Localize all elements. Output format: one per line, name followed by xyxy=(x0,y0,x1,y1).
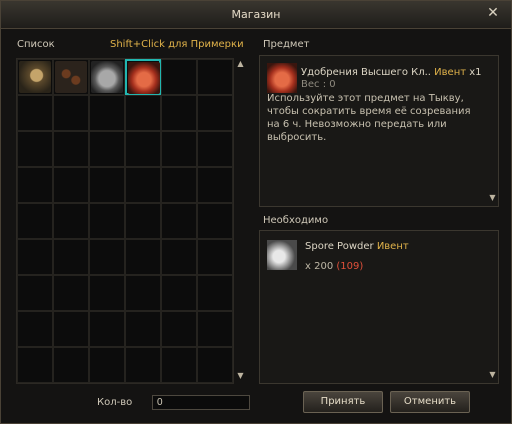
red-bag-icon xyxy=(128,62,160,94)
grid-slot[interactable] xyxy=(197,167,233,203)
grid-slot[interactable] xyxy=(89,311,125,347)
item-name: Удобрения Высшего Кл.. Ивент x1 xyxy=(301,67,482,78)
item-details-panel: Удобрения Высшего Кл.. Ивент x1 Вес : 0 … xyxy=(259,55,499,207)
grid-slot[interactable] xyxy=(161,95,197,131)
grid-slot[interactable] xyxy=(17,239,53,275)
grid-slot[interactable] xyxy=(125,311,161,347)
close-icon[interactable]: ✕ xyxy=(485,5,501,21)
grid-slot[interactable] xyxy=(161,311,197,347)
grid-slot[interactable] xyxy=(89,275,125,311)
grid-slot[interactable] xyxy=(89,95,125,131)
grid-slot[interactable] xyxy=(53,95,89,131)
grid-slot[interactable] xyxy=(197,203,233,239)
grid-slot[interactable] xyxy=(125,203,161,239)
gray-bag-icon xyxy=(91,61,123,93)
required-quantity: x 200 (109) xyxy=(305,261,363,272)
sprayer-icon xyxy=(19,61,51,93)
item-description: Используйте этот предмет на Тыкву, чтобы… xyxy=(267,93,471,143)
item-weight: Вес : 0 xyxy=(301,79,336,90)
grid-slot[interactable] xyxy=(89,203,125,239)
window-title: Магазин xyxy=(231,8,281,21)
grid-slot[interactable] xyxy=(17,311,53,347)
grid-slot[interactable] xyxy=(125,239,161,275)
grid-slot[interactable] xyxy=(17,347,53,383)
title-bar[interactable]: Магазин ✕ xyxy=(1,1,511,29)
grid-slot[interactable] xyxy=(53,167,89,203)
item-label: Предмет xyxy=(263,39,310,50)
grid-slot[interactable] xyxy=(53,275,89,311)
grid-slot[interactable] xyxy=(197,311,233,347)
grid-slot[interactable] xyxy=(53,239,89,275)
grid-slot[interactable] xyxy=(17,95,53,131)
grid-slot[interactable] xyxy=(197,131,233,167)
grid-slot[interactable] xyxy=(125,59,161,95)
grid-slot[interactable] xyxy=(53,203,89,239)
shop-window: Магазин ✕ Список Shift+Click для Примерк… xyxy=(0,0,512,424)
quantity-input[interactable] xyxy=(152,395,250,410)
grid-slot[interactable] xyxy=(125,347,161,383)
grid-slot[interactable] xyxy=(89,167,125,203)
required-qty: x 200 xyxy=(305,261,334,272)
required-panel: Spore Powder Ивент x 200 (109) ▼ xyxy=(259,230,499,384)
grid-slot[interactable] xyxy=(161,275,197,311)
grid-slot[interactable] xyxy=(161,59,197,95)
quantity-label: Кол-во xyxy=(97,397,133,408)
details-scroll-down-icon[interactable]: ▼ xyxy=(488,193,497,202)
grid-slot[interactable] xyxy=(53,347,89,383)
seeds-icon xyxy=(55,61,87,93)
item-event-tag: Ивент xyxy=(434,67,467,78)
try-on-hint: Shift+Click для Примерки xyxy=(110,39,244,50)
item-count: x1 xyxy=(469,67,482,78)
owned-count: (109) xyxy=(336,261,364,272)
cancel-button[interactable]: Отменить xyxy=(390,391,470,413)
grid-slot[interactable] xyxy=(161,167,197,203)
required-item-name: Spore Powder Ивент xyxy=(305,241,409,252)
grid-slot[interactable] xyxy=(197,59,233,95)
grid-slot[interactable] xyxy=(197,275,233,311)
grid-scroll-up-icon[interactable]: ▲ xyxy=(236,59,245,68)
accept-button[interactable]: Принять xyxy=(303,391,383,413)
grid-slot[interactable] xyxy=(197,95,233,131)
grid-slot[interactable] xyxy=(161,131,197,167)
grid-slot[interactable] xyxy=(17,59,53,95)
red-bag-icon xyxy=(267,63,297,93)
grid-slot[interactable] xyxy=(17,167,53,203)
grid-slot[interactable] xyxy=(53,131,89,167)
required-name-text: Spore Powder xyxy=(305,241,374,252)
item-name-text: Удобрения Высшего Кл.. xyxy=(301,67,431,78)
grid-slot[interactable] xyxy=(17,131,53,167)
grid-slot[interactable] xyxy=(53,311,89,347)
grid-slot[interactable] xyxy=(17,275,53,311)
grid-slot[interactable] xyxy=(53,59,89,95)
list-label: Список xyxy=(17,39,55,50)
grid-slot[interactable] xyxy=(125,131,161,167)
grid-slot[interactable] xyxy=(89,59,125,95)
grid-slot[interactable] xyxy=(161,239,197,275)
grid-slot[interactable] xyxy=(161,203,197,239)
item-grid xyxy=(16,58,234,384)
grid-slot[interactable] xyxy=(125,167,161,203)
required-scroll-down-icon[interactable]: ▼ xyxy=(488,370,497,379)
grid-slot[interactable] xyxy=(125,275,161,311)
grid-slot[interactable] xyxy=(17,203,53,239)
grid-slot[interactable] xyxy=(197,239,233,275)
grid-slot[interactable] xyxy=(125,95,161,131)
grid-slot[interactable] xyxy=(89,131,125,167)
grid-slot[interactable] xyxy=(161,347,197,383)
grid-slot[interactable] xyxy=(89,239,125,275)
required-label: Необходимо xyxy=(263,215,329,226)
grid-slot[interactable] xyxy=(197,347,233,383)
required-event-tag: Ивент xyxy=(376,241,409,252)
grid-slot[interactable] xyxy=(89,347,125,383)
spore-powder-icon xyxy=(267,240,297,270)
grid-scroll-down-icon[interactable]: ▼ xyxy=(236,371,245,380)
